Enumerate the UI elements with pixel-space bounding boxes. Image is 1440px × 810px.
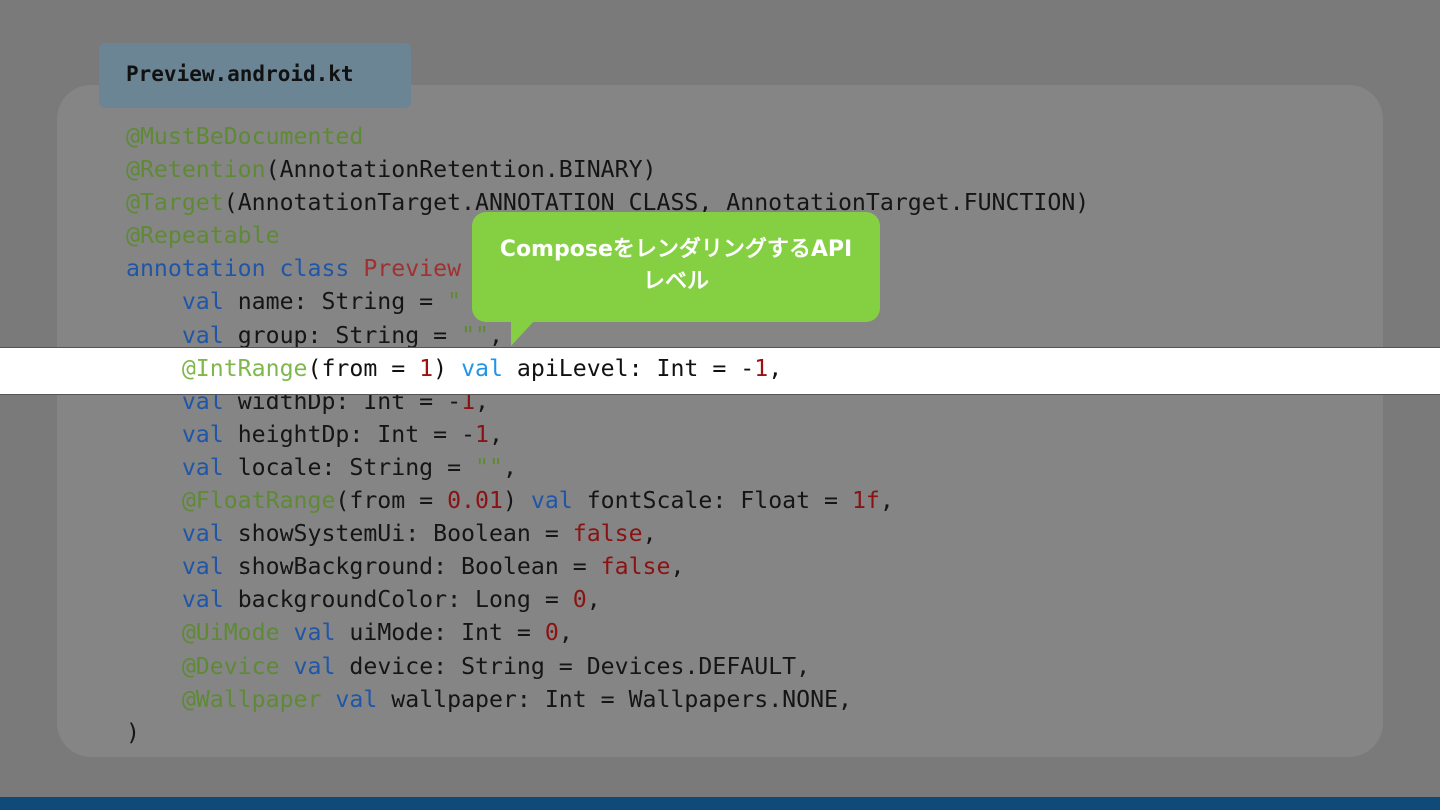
annotation: @MustBeDocumented	[126, 123, 364, 150]
callout-bubble: ComposeをレンダリングするAPI レベル	[472, 212, 880, 322]
number-literal: 1f	[851, 487, 880, 515]
code-text: (from =	[307, 355, 420, 382]
annotation: @Device	[181, 652, 280, 680]
number-literal: 1	[475, 420, 489, 448]
code-text: ,	[879, 487, 894, 515]
annotation: @Retention	[126, 156, 266, 184]
code-text: ,	[488, 420, 503, 448]
string-literal: "	[447, 288, 462, 316]
code-text: name: String =	[223, 288, 448, 316]
keyword: val	[181, 420, 224, 448]
annotation: @Wallpaper	[181, 685, 322, 713]
code-line: @UiMode val uiMode: Int = 0,	[126, 616, 1366, 649]
code-line: @FloatRange(from = 0.01) val fontScale: …	[126, 484, 1366, 517]
code-text: ,	[670, 553, 685, 581]
code-text: (AnnotationRetention.BINARY)	[265, 156, 657, 184]
code-text: group: String =	[223, 321, 462, 349]
code-text: uiMode: Int =	[335, 619, 545, 647]
number-literal: 1	[419, 355, 434, 382]
code-text: ,	[502, 453, 517, 481]
callout-text-line1: ComposeをレンダリングするAPI	[499, 237, 853, 262]
code-line: @Retention(AnnotationRetention.BINARY)	[126, 153, 1366, 186]
number-literal: 0	[544, 619, 559, 647]
keyword: val	[530, 487, 573, 515]
keyword: val	[293, 619, 336, 647]
code-line: val heightDp: Int = -1,	[126, 418, 1366, 451]
number-literal: 1	[754, 355, 769, 382]
callout-tail	[511, 320, 535, 346]
keyword: val	[181, 553, 224, 581]
boolean-literal: false	[600, 553, 671, 581]
code-text: ,	[558, 619, 573, 647]
code-text: ,	[768, 355, 783, 382]
number-literal: 0.01	[447, 487, 503, 515]
annotation: @Repeatable	[126, 222, 280, 250]
keyword: val	[181, 288, 224, 316]
code-line: val showBackground: Boolean = false,	[126, 550, 1366, 583]
class-name: Preview	[363, 255, 462, 283]
code-line: val backgroundColor: Long = 0,	[126, 583, 1366, 616]
code-text: showSystemUi: Boolean =	[223, 520, 573, 548]
keyword: val	[181, 321, 224, 349]
annotation: @Target	[126, 189, 224, 217]
keyword: val	[181, 453, 224, 481]
annotation: @IntRange	[181, 355, 308, 382]
code-text: )	[502, 487, 531, 515]
keyword: val	[293, 652, 336, 680]
file-tab[interactable]: Preview.android.kt	[99, 43, 411, 108]
code-text: apiLevel: Int = -	[502, 355, 755, 382]
code-line: )	[126, 716, 1366, 749]
code-text: (from =	[335, 487, 448, 515]
code-text: ,	[642, 520, 657, 548]
code-line: @MustBeDocumented	[126, 120, 1366, 153]
code-text: wallpaper: Int = Wallpapers.NONE,	[377, 685, 852, 713]
code-line: val showSystemUi: Boolean = false,	[126, 517, 1366, 550]
keyword: val	[461, 355, 503, 382]
code-text: locale: String =	[223, 453, 476, 481]
keyword: val	[335, 685, 378, 713]
code-text: ,	[586, 586, 601, 614]
number-literal: 0	[572, 586, 587, 614]
highlighted-code-line: @IntRange(from = 1) val apiLevel: Int = …	[126, 352, 782, 385]
code-text: fontScale: Float =	[572, 487, 852, 515]
string-literal: ""	[461, 321, 489, 349]
code-text: ,	[488, 321, 503, 349]
code-text: backgroundColor: Long =	[223, 586, 573, 614]
code-text: showBackground: Boolean =	[223, 553, 601, 581]
annotation: @FloatRange	[181, 487, 336, 515]
code-text: )	[433, 355, 462, 382]
code-text: heightDp: Int = -	[223, 420, 476, 448]
boolean-literal: false	[572, 520, 643, 548]
code-line: @Device val device: String = Devices.DEF…	[126, 650, 1366, 683]
code-line: @Wallpaper val wallpaper: Int = Wallpape…	[126, 683, 1366, 716]
keyword: annotation class	[126, 255, 350, 283]
code-line: val locale: String = "",	[126, 451, 1366, 484]
keyword: val	[181, 520, 224, 548]
bottom-bar	[0, 797, 1440, 810]
keyword: val	[181, 586, 224, 614]
callout-text-line2: レベル	[642, 269, 709, 294]
annotation: @UiMode	[181, 619, 280, 647]
code-text: )	[126, 718, 140, 746]
string-literal: ""	[475, 453, 503, 481]
code-text: device: String = Devices.DEFAULT,	[335, 652, 811, 680]
